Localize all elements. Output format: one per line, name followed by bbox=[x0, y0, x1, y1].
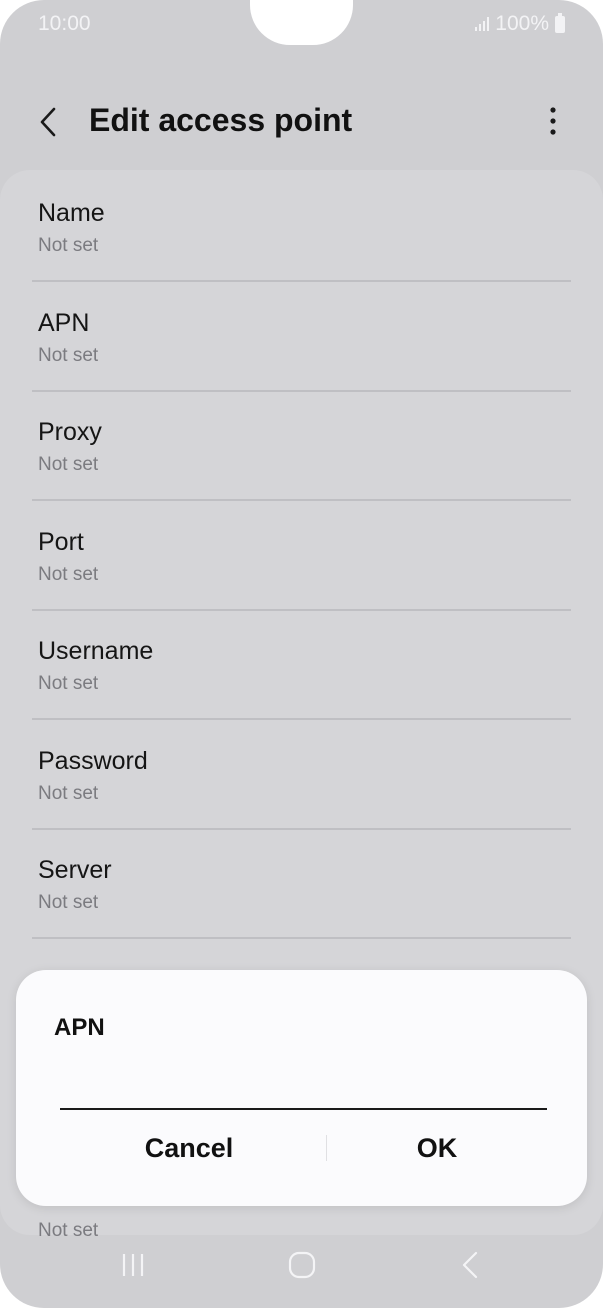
apn-dialog: APN Cancel OK bbox=[16, 970, 587, 1206]
setting-value: Not set bbox=[38, 564, 99, 585]
setting-label: Port bbox=[38, 528, 84, 556]
setting-value: Not set bbox=[38, 673, 99, 694]
status-bar: 10:00 100% bbox=[38, 10, 565, 38]
ok-button[interactable]: OK bbox=[339, 1120, 535, 1176]
setting-label: Password bbox=[38, 747, 148, 775]
battery-icon bbox=[555, 12, 565, 33]
setting-value: Not set bbox=[38, 345, 99, 366]
back-nav-icon[interactable] bbox=[456, 1250, 486, 1280]
setting-label: Server bbox=[38, 856, 112, 884]
setting-value: Not set bbox=[38, 454, 99, 475]
setting-row-password[interactable]: Password Not set bbox=[32, 719, 571, 830]
setting-value: Not set bbox=[38, 892, 99, 913]
phone-screen: 10:00 100% Edit access point Name Not se… bbox=[0, 0, 603, 1308]
setting-label: Username bbox=[38, 637, 154, 665]
home-icon[interactable] bbox=[287, 1250, 317, 1280]
setting-row-server[interactable]: Server Not set bbox=[32, 828, 571, 939]
setting-row-apn[interactable]: APN Not set bbox=[32, 281, 571, 392]
recents-icon[interactable] bbox=[119, 1250, 149, 1280]
setting-row-username[interactable]: Username Not set bbox=[32, 609, 571, 720]
button-divider bbox=[326, 1135, 327, 1161]
more-options-icon[interactable] bbox=[541, 104, 565, 140]
setting-row-proxy[interactable]: Proxy Not set bbox=[32, 390, 571, 501]
apn-input[interactable] bbox=[60, 1090, 547, 1110]
battery-percent: 100% bbox=[495, 12, 549, 35]
cancel-button[interactable]: Cancel bbox=[46, 1120, 332, 1176]
navigation-bar bbox=[0, 1228, 603, 1308]
status-time: 10:00 bbox=[38, 12, 91, 35]
setting-row-port[interactable]: Port Not set bbox=[32, 500, 571, 611]
setting-label: Name bbox=[38, 199, 105, 227]
setting-value: Not set bbox=[38, 235, 99, 256]
back-arrow-icon[interactable] bbox=[30, 102, 70, 142]
setting-label: Proxy bbox=[38, 418, 102, 446]
signal-icon bbox=[475, 17, 490, 31]
setting-value: Not set bbox=[38, 783, 99, 804]
page-title: Edit access point bbox=[89, 102, 353, 138]
dialog-title: APN bbox=[54, 1014, 105, 1041]
setting-label: APN bbox=[38, 309, 90, 337]
status-right: 100% bbox=[475, 12, 565, 36]
app-bar: Edit access point bbox=[0, 92, 603, 152]
setting-row-name[interactable]: Name Not set bbox=[32, 171, 571, 282]
